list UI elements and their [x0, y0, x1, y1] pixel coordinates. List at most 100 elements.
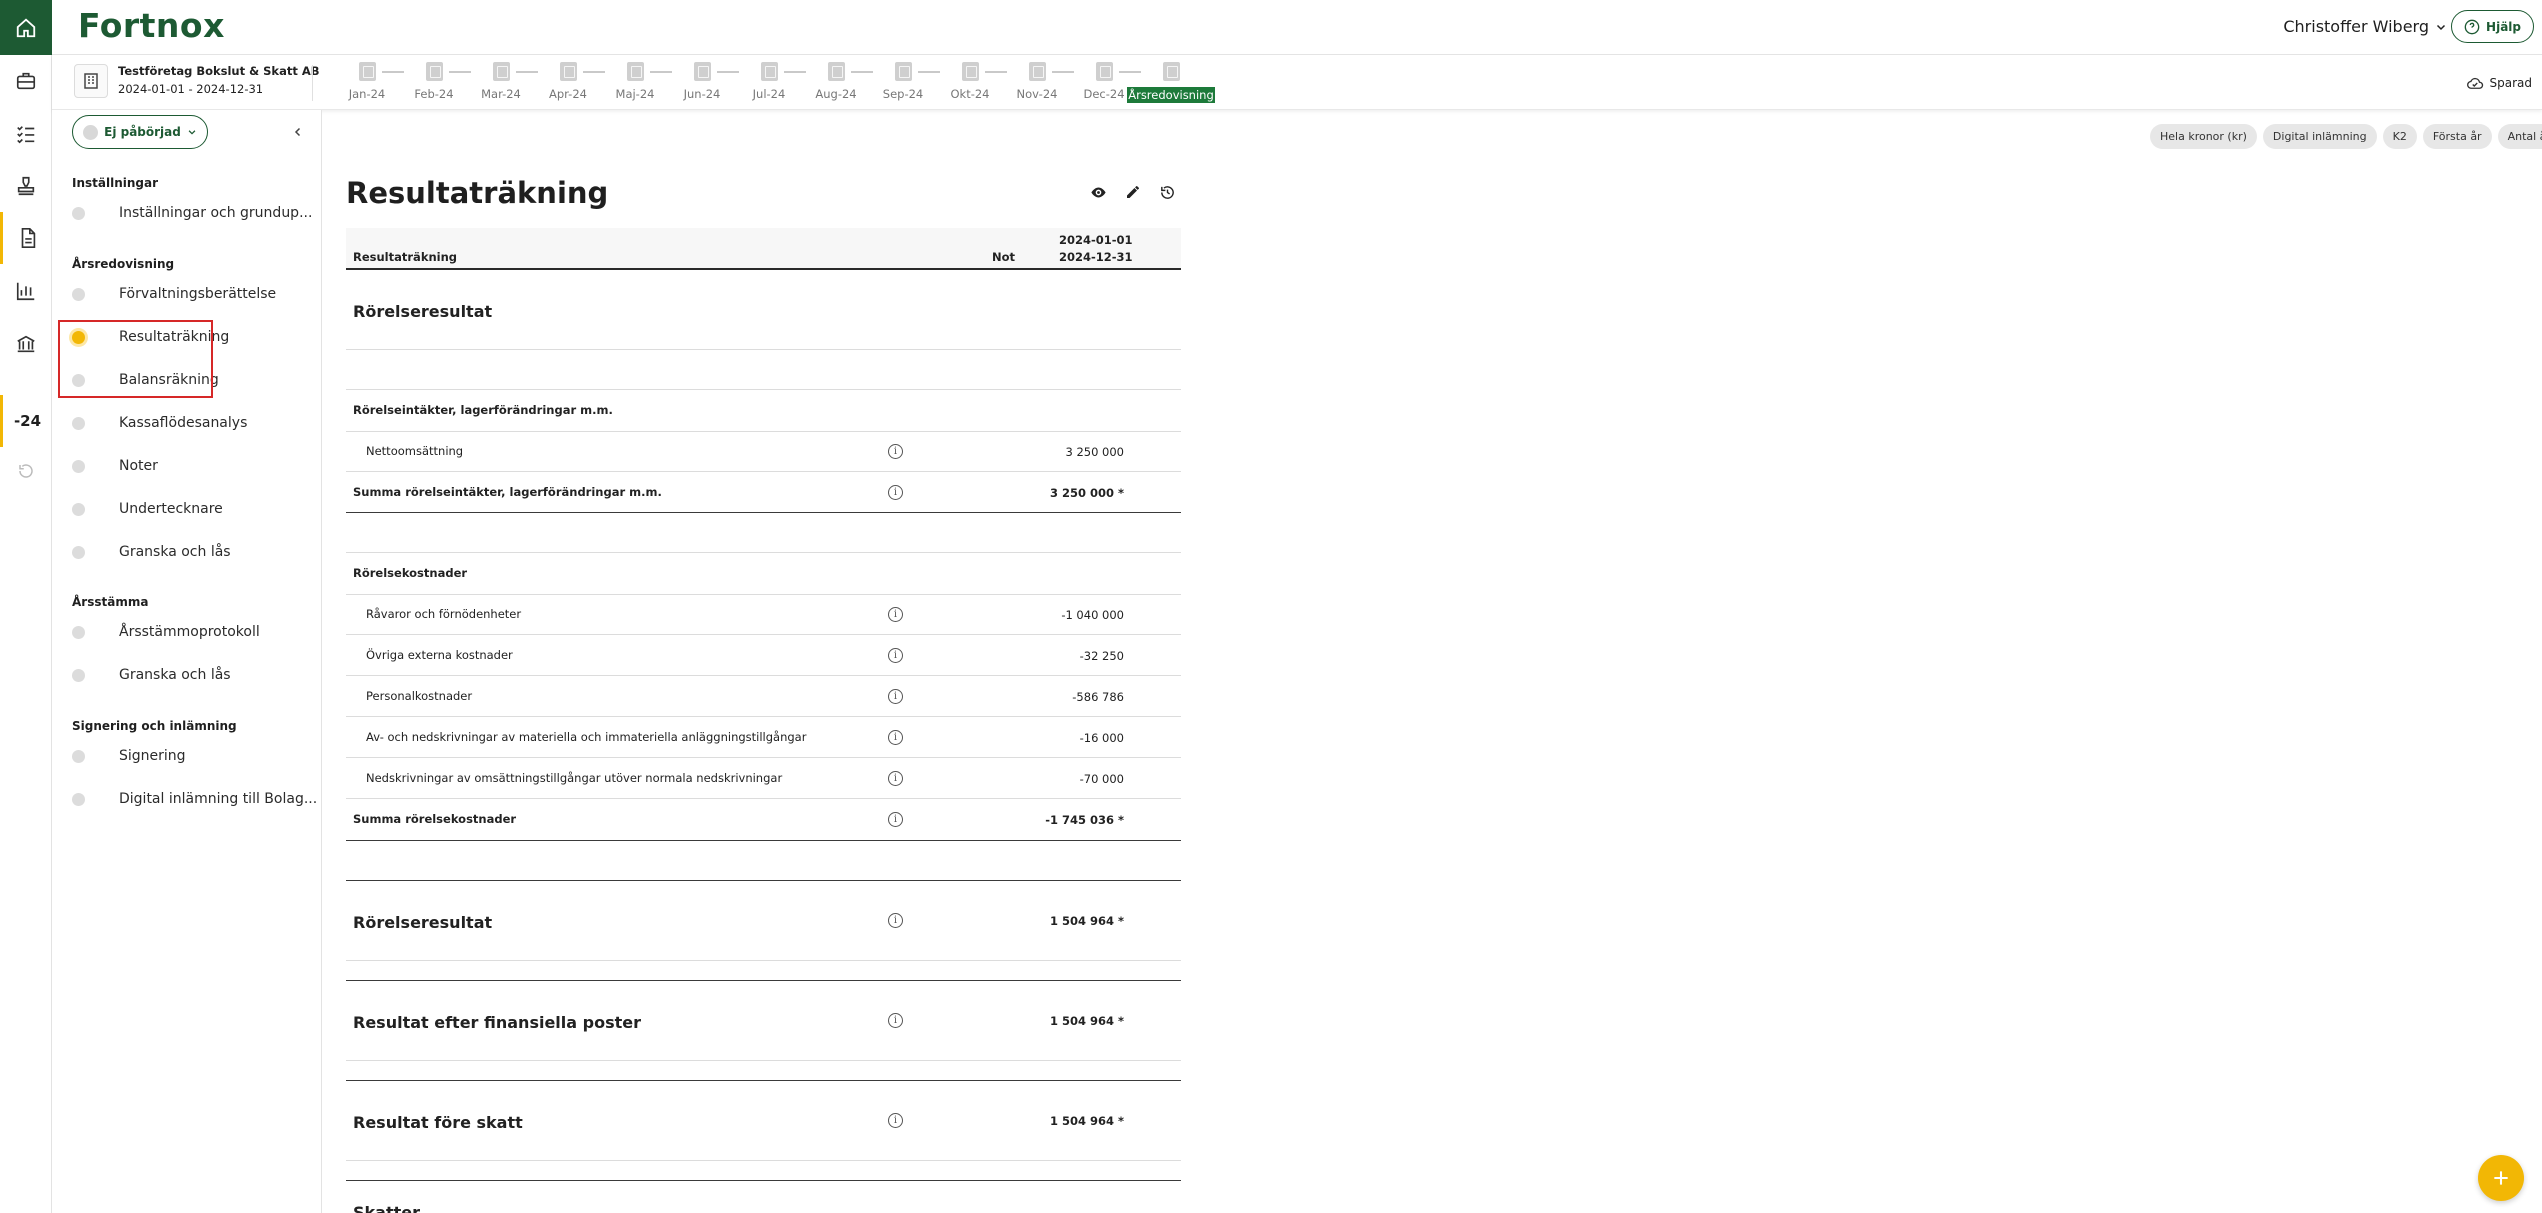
status-dropdown[interactable]: Ej påbörjad [72, 115, 208, 149]
selection-highlight [58, 320, 213, 398]
report-row[interactable]: Summa rörelseintäkter, lagerförändringar… [346, 472, 1181, 513]
fortnox-logo[interactable]: Fortnox [78, 6, 225, 45]
report-row[interactable]: Personalkostnader i -586 786 [346, 676, 1181, 717]
info-icon[interactable]: i [888, 812, 903, 827]
period-label: Feb-24 [414, 87, 454, 101]
nav-item[interactable]: Undertecknare [72, 494, 312, 524]
info-icon[interactable]: i [888, 444, 903, 459]
info-icon[interactable]: i [888, 689, 903, 704]
rail-chart-button[interactable] [0, 265, 52, 317]
period-item[interactable]: Jul-24 [739, 62, 806, 106]
info-icon[interactable]: i [888, 771, 903, 786]
nav-item-label: Inställningar och grundup... [119, 205, 313, 221]
info-icon[interactable]: i [888, 1013, 903, 1028]
history-icon[interactable] [1159, 184, 1176, 201]
user-menu[interactable]: Christoffer Wiberg [2283, 17, 2447, 36]
nav-item[interactable]: Signering [72, 741, 312, 771]
info-icon[interactable]: i [888, 1113, 903, 1128]
rail-document-button[interactable] [0, 212, 52, 264]
nav-item-label: Granska och lås [119, 544, 231, 560]
nav-item[interactable]: Kassaflödesanalys [72, 408, 312, 438]
row-label: Personalkostnader [366, 689, 473, 703]
report-row[interactable]: Rörelseresultat i 1 504 964 * [346, 881, 1181, 961]
nav-item-label: Årsstämmoprotokoll [119, 624, 260, 640]
row-label: Rörelseresultat [353, 913, 493, 932]
nav-status-dot [72, 206, 85, 220]
pencil-icon[interactable] [1125, 184, 1141, 200]
eye-icon[interactable] [1090, 184, 1107, 201]
rail-history-button[interactable] [0, 445, 52, 497]
report-row[interactable]: Nettoomsättning i 3 250 000 [346, 432, 1181, 472]
nav-section-heading: Signering och inlämning [72, 719, 237, 733]
info-icon[interactable]: i [888, 730, 903, 745]
setting-chip[interactable]: Första år [2422, 124, 2492, 149]
period-status-icon [828, 62, 845, 81]
nav-item[interactable]: Digital inlämning till Bolag... [72, 784, 317, 814]
period-item[interactable]: Nov-24 [1007, 62, 1074, 106]
nav-item[interactable]: Inställningar och grundup... [72, 198, 312, 228]
nav-status-dot [72, 459, 85, 473]
home-button[interactable] [0, 0, 52, 55]
rail-briefcase-button[interactable] [0, 55, 52, 107]
period-status-icon [426, 62, 443, 81]
rail-bank-button[interactable] [0, 318, 52, 370]
company-selector[interactable]: Testföretag Bokslut & Skatt AB 2024-01-0… [74, 63, 320, 99]
nav-item[interactable]: Årsstämmoprotokoll [72, 617, 312, 647]
nav-item[interactable]: Granska och lås [72, 660, 312, 690]
report-row[interactable]: Rörelseintäkter, lagerförändringar m.m. [346, 390, 1181, 432]
report-row[interactable]: Nedskrivningar av omsättningstillgångar … [346, 758, 1181, 799]
setting-chip[interactable]: K2 [2382, 124, 2417, 149]
company-name: Testföretag Bokslut & Skatt AB [118, 64, 320, 78]
period-connector [918, 71, 940, 73]
nav-item[interactable]: Förvaltningsberättelse [72, 279, 312, 309]
row-label: Rörelsekostnader [353, 566, 468, 580]
setting-chip[interactable]: Antal år 1 [2497, 124, 2542, 149]
period-item[interactable]: Aug-24 [806, 62, 873, 106]
setting-chip[interactable]: Hela kronor (kr) [2150, 124, 2257, 149]
period-status-icon [895, 62, 912, 81]
period-item[interactable]: Jan-24 [337, 62, 404, 106]
briefcase-icon [16, 72, 36, 90]
report-row[interactable]: Summa rörelsekostnader i -1 745 036 * [346, 799, 1181, 841]
report-row[interactable]: Rörelsekostnader [346, 553, 1181, 595]
add-fab-button[interactable] [2478, 1155, 2524, 1201]
info-icon[interactable]: i [888, 913, 903, 928]
period-item[interactable]: Apr-24 [538, 62, 605, 106]
period-connector [784, 71, 806, 73]
help-button[interactable]: Hjälp [2451, 10, 2534, 43]
nav-item[interactable]: Noter [72, 451, 312, 481]
rail-year-button[interactable]: -24 [0, 395, 52, 447]
period-item[interactable]: Maj-24 [605, 62, 672, 106]
column-header-period: 2024-01-01 2024-12-31 [1059, 232, 1133, 266]
row-label: Nettoomsättning [366, 444, 464, 458]
period-item[interactable]: Dec-24 [1074, 62, 1141, 106]
period-item[interactable]: Årsredovisning [1127, 62, 1215, 106]
report-row[interactable]: Råvaror och förnödenheter i -1 040 000 [346, 595, 1181, 635]
rail-stamp-button[interactable] [0, 160, 52, 212]
period-item[interactable]: Jun-24 [672, 62, 739, 106]
nav-item[interactable]: Granska och lås [72, 537, 312, 567]
report-row[interactable]: Av- och nedskrivningar av materiella och… [346, 717, 1181, 758]
report-row[interactable]: Rörelseresultat [346, 270, 1181, 350]
row-value: -586 786 [1072, 690, 1124, 704]
info-icon[interactable]: i [888, 607, 903, 622]
spacer-row [346, 513, 1181, 553]
report-row[interactable]: Övriga externa kostnader i -32 250 [346, 635, 1181, 676]
rail-checklist-button[interactable] [0, 108, 52, 160]
report-row[interactable]: Resultat efter finansiella poster i 1 504 … [346, 981, 1181, 1061]
home-icon [16, 18, 36, 37]
period-item[interactable]: Sep-24 [873, 62, 940, 106]
period-connector [650, 71, 672, 73]
report-row[interactable]: Skatter [346, 1181, 1181, 1213]
period-item[interactable]: Mar-24 [471, 62, 538, 106]
row-value: -70 000 [1079, 772, 1124, 786]
info-icon[interactable]: i [888, 485, 903, 500]
period-item[interactable]: Okt-24 [940, 62, 1007, 106]
collapse-sidebar-button[interactable] [292, 122, 304, 143]
nav-status-dot [72, 792, 85, 806]
nav-item-label: Digital inlämning till Bolag... [119, 791, 318, 807]
period-item[interactable]: Feb-24 [404, 62, 471, 106]
info-icon[interactable]: i [888, 648, 903, 663]
report-row[interactable]: Resultat före skatt i 1 504 964 * [346, 1081, 1181, 1161]
setting-chip[interactable]: Digital inlämning [2262, 124, 2377, 149]
